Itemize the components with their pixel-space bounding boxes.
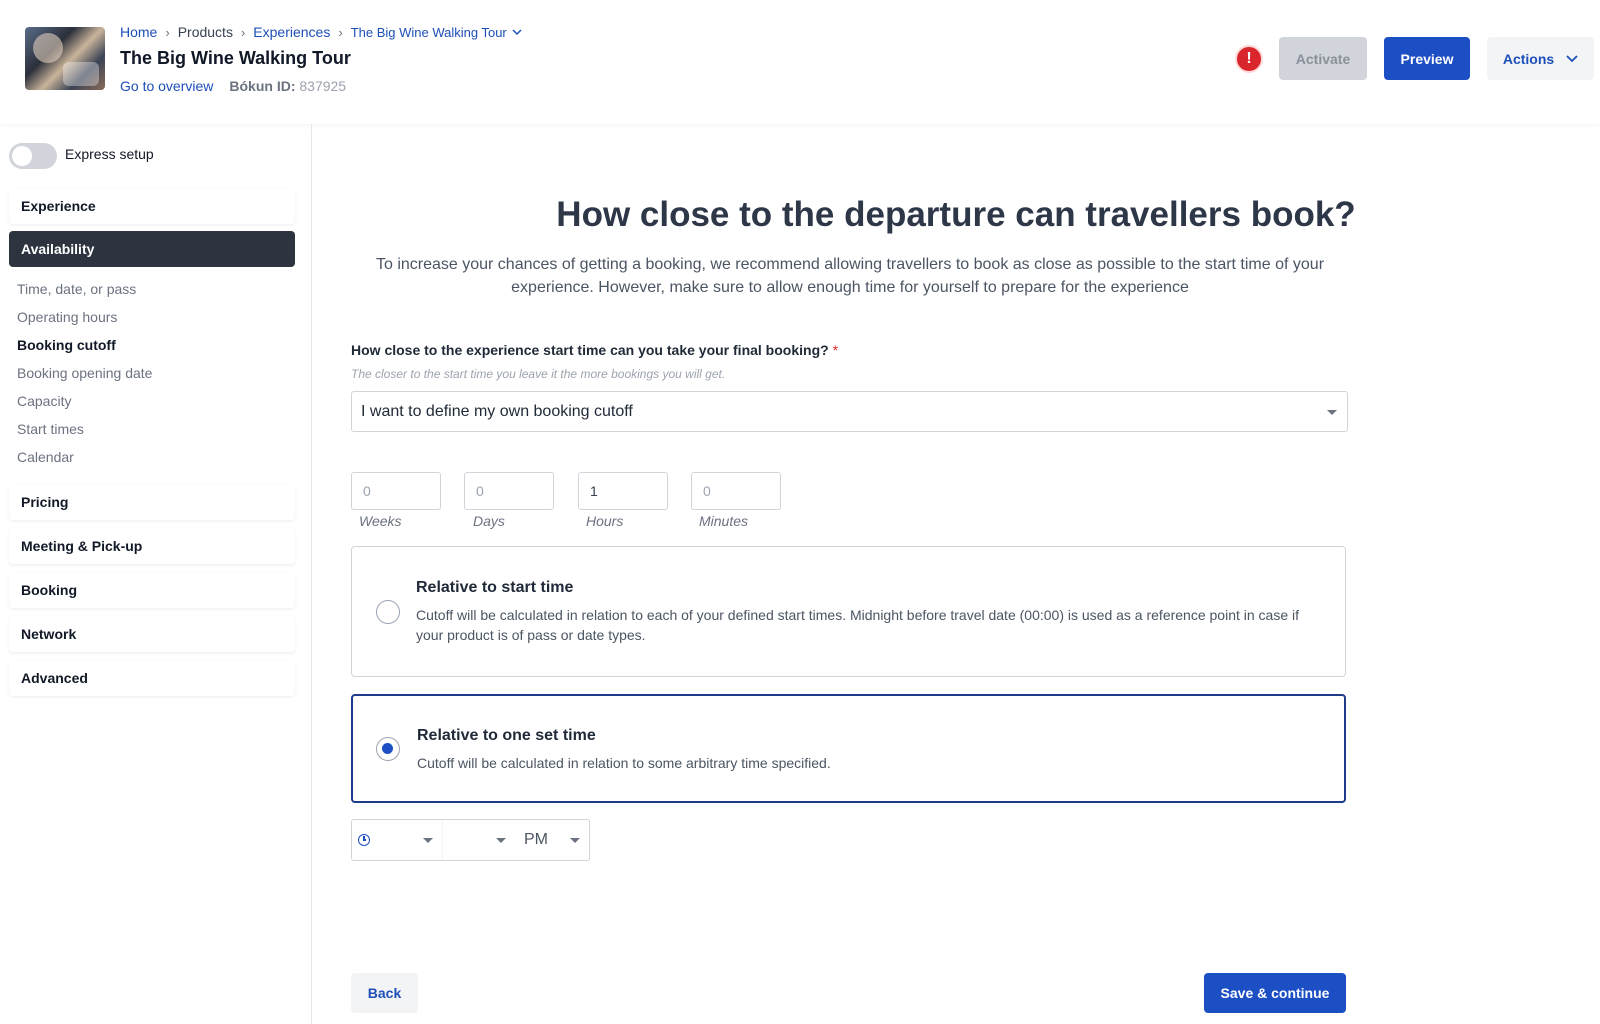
chevron-down-icon <box>512 28 522 35</box>
days-label: Days <box>473 513 505 529</box>
option-description: Cutoff will be calculated in relation to… <box>417 755 831 771</box>
sidebar-section-booking[interactable]: Booking <box>9 572 295 608</box>
radio-relative-start-time[interactable] <box>376 600 400 624</box>
sidebar-section-network[interactable]: Network <box>9 616 295 652</box>
hours-label: Hours <box>586 513 624 529</box>
back-button[interactable]: Back <box>351 973 418 1013</box>
page-title: The Big Wine Walking Tour <box>120 48 351 68</box>
radio-relative-set-time[interactable] <box>376 737 400 761</box>
breadcrumb-home[interactable]: Home <box>120 24 157 40</box>
breadcrumb-current-label: The Big Wine Walking Tour <box>350 24 507 40</box>
cutoff-question-text: How close to the experience start time c… <box>351 342 829 358</box>
sidebar-section-availability[interactable]: Availability <box>9 231 295 267</box>
sidebar-item-capacity[interactable]: Capacity <box>17 393 71 409</box>
actions-button[interactable]: Actions <box>1487 37 1594 80</box>
cutoff-select-value: I want to define my own booking cutoff <box>361 402 633 420</box>
chevron-right-icon: › <box>240 24 246 40</box>
actions-label: Actions <box>1502 50 1555 67</box>
weeks-label: Weeks <box>359 513 402 529</box>
set-time-picker: PM <box>351 819 590 861</box>
option-relative-set-time[interactable]: Relative to one set time Cutoff will be … <box>351 694 1346 803</box>
sidebar-section-meeting-pickup[interactable]: Meeting & Pick-up <box>9 528 295 564</box>
go-to-overview-link[interactable]: Go to overview <box>120 78 213 94</box>
sidebar-section-advanced[interactable]: Advanced <box>9 660 295 696</box>
bokun-id-value: 837925 <box>299 78 347 94</box>
bokun-id: Bókun ID: 837925 <box>229 78 346 94</box>
activate-button[interactable]: Activate <box>1279 37 1367 80</box>
days-input[interactable]: 0 <box>464 472 554 510</box>
minutes-label: Minutes <box>699 513 749 529</box>
top-header: Home › Products › Experiences › The Big … <box>0 0 1600 124</box>
intro-text: To increase your chances of getting a bo… <box>375 256 1325 296</box>
minutes-input[interactable]: 0 <box>691 472 781 510</box>
option-description: Cutoff will be calculated in relation to… <box>416 607 1300 643</box>
bokun-id-label: Bókun ID: <box>229 78 296 94</box>
chevron-right-icon: › <box>338 24 343 40</box>
breadcrumb-current-product[interactable]: The Big Wine Walking Tour <box>351 25 522 40</box>
product-thumbnail <box>25 27 105 90</box>
sidebar-item-calendar[interactable]: Calendar <box>17 449 74 465</box>
breadcrumb-products[interactable]: Products <box>178 24 233 40</box>
express-setup-label: Express setup <box>65 146 154 162</box>
warning-icon[interactable]: ! <box>1235 45 1263 73</box>
sidebar-item-start-times[interactable]: Start times <box>17 421 84 437</box>
ampm-value: PM <box>524 831 548 848</box>
sidebar-item-booking-cutoff[interactable]: Booking cutoff <box>17 337 116 353</box>
cutoff-select[interactable]: I want to define my own booking cutoff <box>351 391 1348 432</box>
preview-button[interactable]: Preview <box>1384 37 1470 80</box>
breadcrumb-experiences[interactable]: Experiences <box>253 24 330 40</box>
sidebar-section-pricing[interactable]: Pricing <box>9 484 295 520</box>
breadcrumb: Home › Products › Experiences › The Big … <box>120 24 522 40</box>
sidebar-item-booking-opening-date[interactable]: Booking opening date <box>17 365 152 381</box>
sidebar-item-operating-hours[interactable]: Operating hours <box>17 309 117 325</box>
chevron-down-icon <box>1566 54 1578 62</box>
express-setup-toggle[interactable] <box>9 143 57 169</box>
dropdown-caret-icon <box>1327 410 1337 415</box>
page-heading: How close to the departure can traveller… <box>556 195 1356 234</box>
option-title: Relative to one set time <box>417 727 596 744</box>
product-subheader: Go to overview Bókun ID: 837925 <box>120 78 346 94</box>
option-title: Relative to start time <box>416 579 574 596</box>
cutoff-question-label: How close to the experience start time c… <box>351 342 838 358</box>
hours-input[interactable]: 1 <box>578 472 668 510</box>
option-relative-start-time[interactable]: Relative to start time Cutoff will be ca… <box>351 546 1346 677</box>
save-continue-button[interactable]: Save & continue <box>1204 973 1346 1013</box>
weeks-input[interactable]: 0 <box>351 472 441 510</box>
chevron-right-icon: › <box>165 24 170 40</box>
sidebar-section-experience[interactable]: Experience <box>9 188 295 224</box>
dropdown-caret-icon <box>570 838 580 843</box>
required-marker: * <box>832 342 839 358</box>
sidebar: Express setup Experience Availability Ti… <box>0 124 312 1024</box>
dropdown-caret-icon <box>496 838 506 843</box>
dropdown-caret-icon <box>423 838 433 843</box>
sidebar-item-time-date-pass[interactable]: Time, date, or pass <box>17 281 136 297</box>
cutoff-question-help: The closer to the start time you leave i… <box>351 367 726 381</box>
